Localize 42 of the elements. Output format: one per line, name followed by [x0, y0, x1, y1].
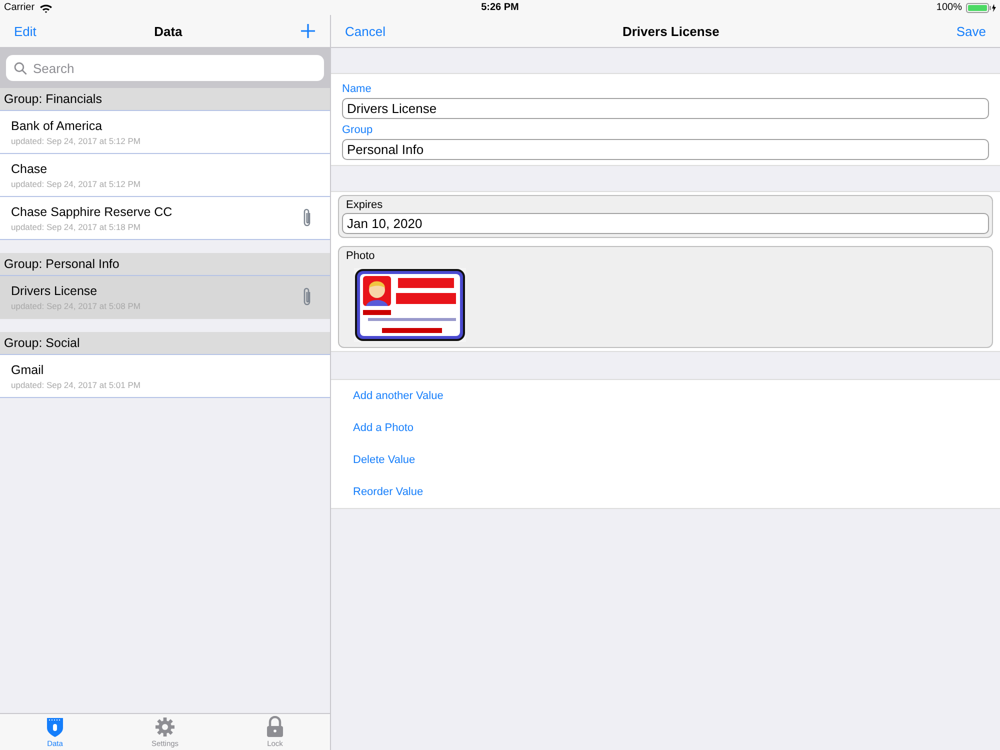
battery-percent: 100%	[936, 2, 962, 13]
shield-icon	[45, 716, 65, 738]
field-label: Group	[342, 124, 374, 136]
add-icon[interactable]	[300, 23, 316, 39]
value-label: Photo	[345, 250, 375, 262]
action-link[interactable]: Add another Value	[353, 390, 444, 402]
updated-date: updated: Sep 24, 2017 at 5:12 PM	[11, 178, 142, 188]
item-name: Chase Sapphire Reserve CC	[11, 204, 174, 218]
search-field[interactable]: Search	[6, 55, 324, 81]
edit-button[interactable]: Edit	[14, 22, 36, 40]
action-link[interactable]: Reorder Value	[353, 486, 424, 498]
item-name: Bank of America	[11, 118, 104, 132]
list-row[interactable]: Gmail updated: Sep 24, 2017 at 5:01 PM	[0, 355, 330, 398]
group-header: Group: Social	[0, 332, 330, 355]
item-name: Chase	[11, 162, 48, 176]
lock-icon	[265, 716, 285, 738]
updated-date: updated: Sep 24, 2017 at 5:18 PM	[11, 222, 142, 232]
field-label: Name	[342, 83, 372, 95]
cancel-button[interactable]: Cancel	[345, 22, 386, 40]
carrier-label: Carrier	[4, 2, 35, 13]
updated-date: updated: Sep 24, 2017 at 5:01 PM	[11, 380, 142, 390]
nav-title: Drivers License	[622, 24, 720, 38]
text-field[interactable]: Personal Info	[342, 139, 989, 160]
item-name: Gmail	[11, 362, 45, 376]
gear-icon	[155, 716, 175, 738]
list-row[interactable]: Chase updated: Sep 24, 2017 at 5:12 PM	[0, 154, 330, 197]
value-label: Expires	[345, 199, 383, 211]
list-row[interactable]: Bank of America updated: Sep 24, 2017 at 5:12 PM	[0, 111, 330, 154]
wifi-icon	[38, 2, 53, 12]
save-button[interactable]: Save	[956, 22, 986, 40]
battery-icon	[966, 2, 996, 12]
text-field[interactable]: Jan 10, 2020	[342, 213, 989, 234]
item-name: Drivers License	[11, 284, 98, 298]
action-link[interactable]: Delete Value	[353, 454, 416, 466]
updated-date: updated: Sep 24, 2017 at 5:12 PM	[11, 136, 142, 146]
group-header: Group: Personal Info	[0, 253, 330, 276]
group-header: Group: Financials	[0, 88, 330, 111]
clock-time: 5:26 PM	[481, 2, 519, 13]
nav-title: Data	[154, 24, 182, 38]
list-row[interactable]: Chase Sapphire Reserve CC updated: Sep 24, 2017 at 5:18 PM	[0, 197, 330, 240]
text-field[interactable]: Drivers License	[342, 98, 989, 119]
action-link[interactable]: Add a Photo	[353, 422, 414, 434]
